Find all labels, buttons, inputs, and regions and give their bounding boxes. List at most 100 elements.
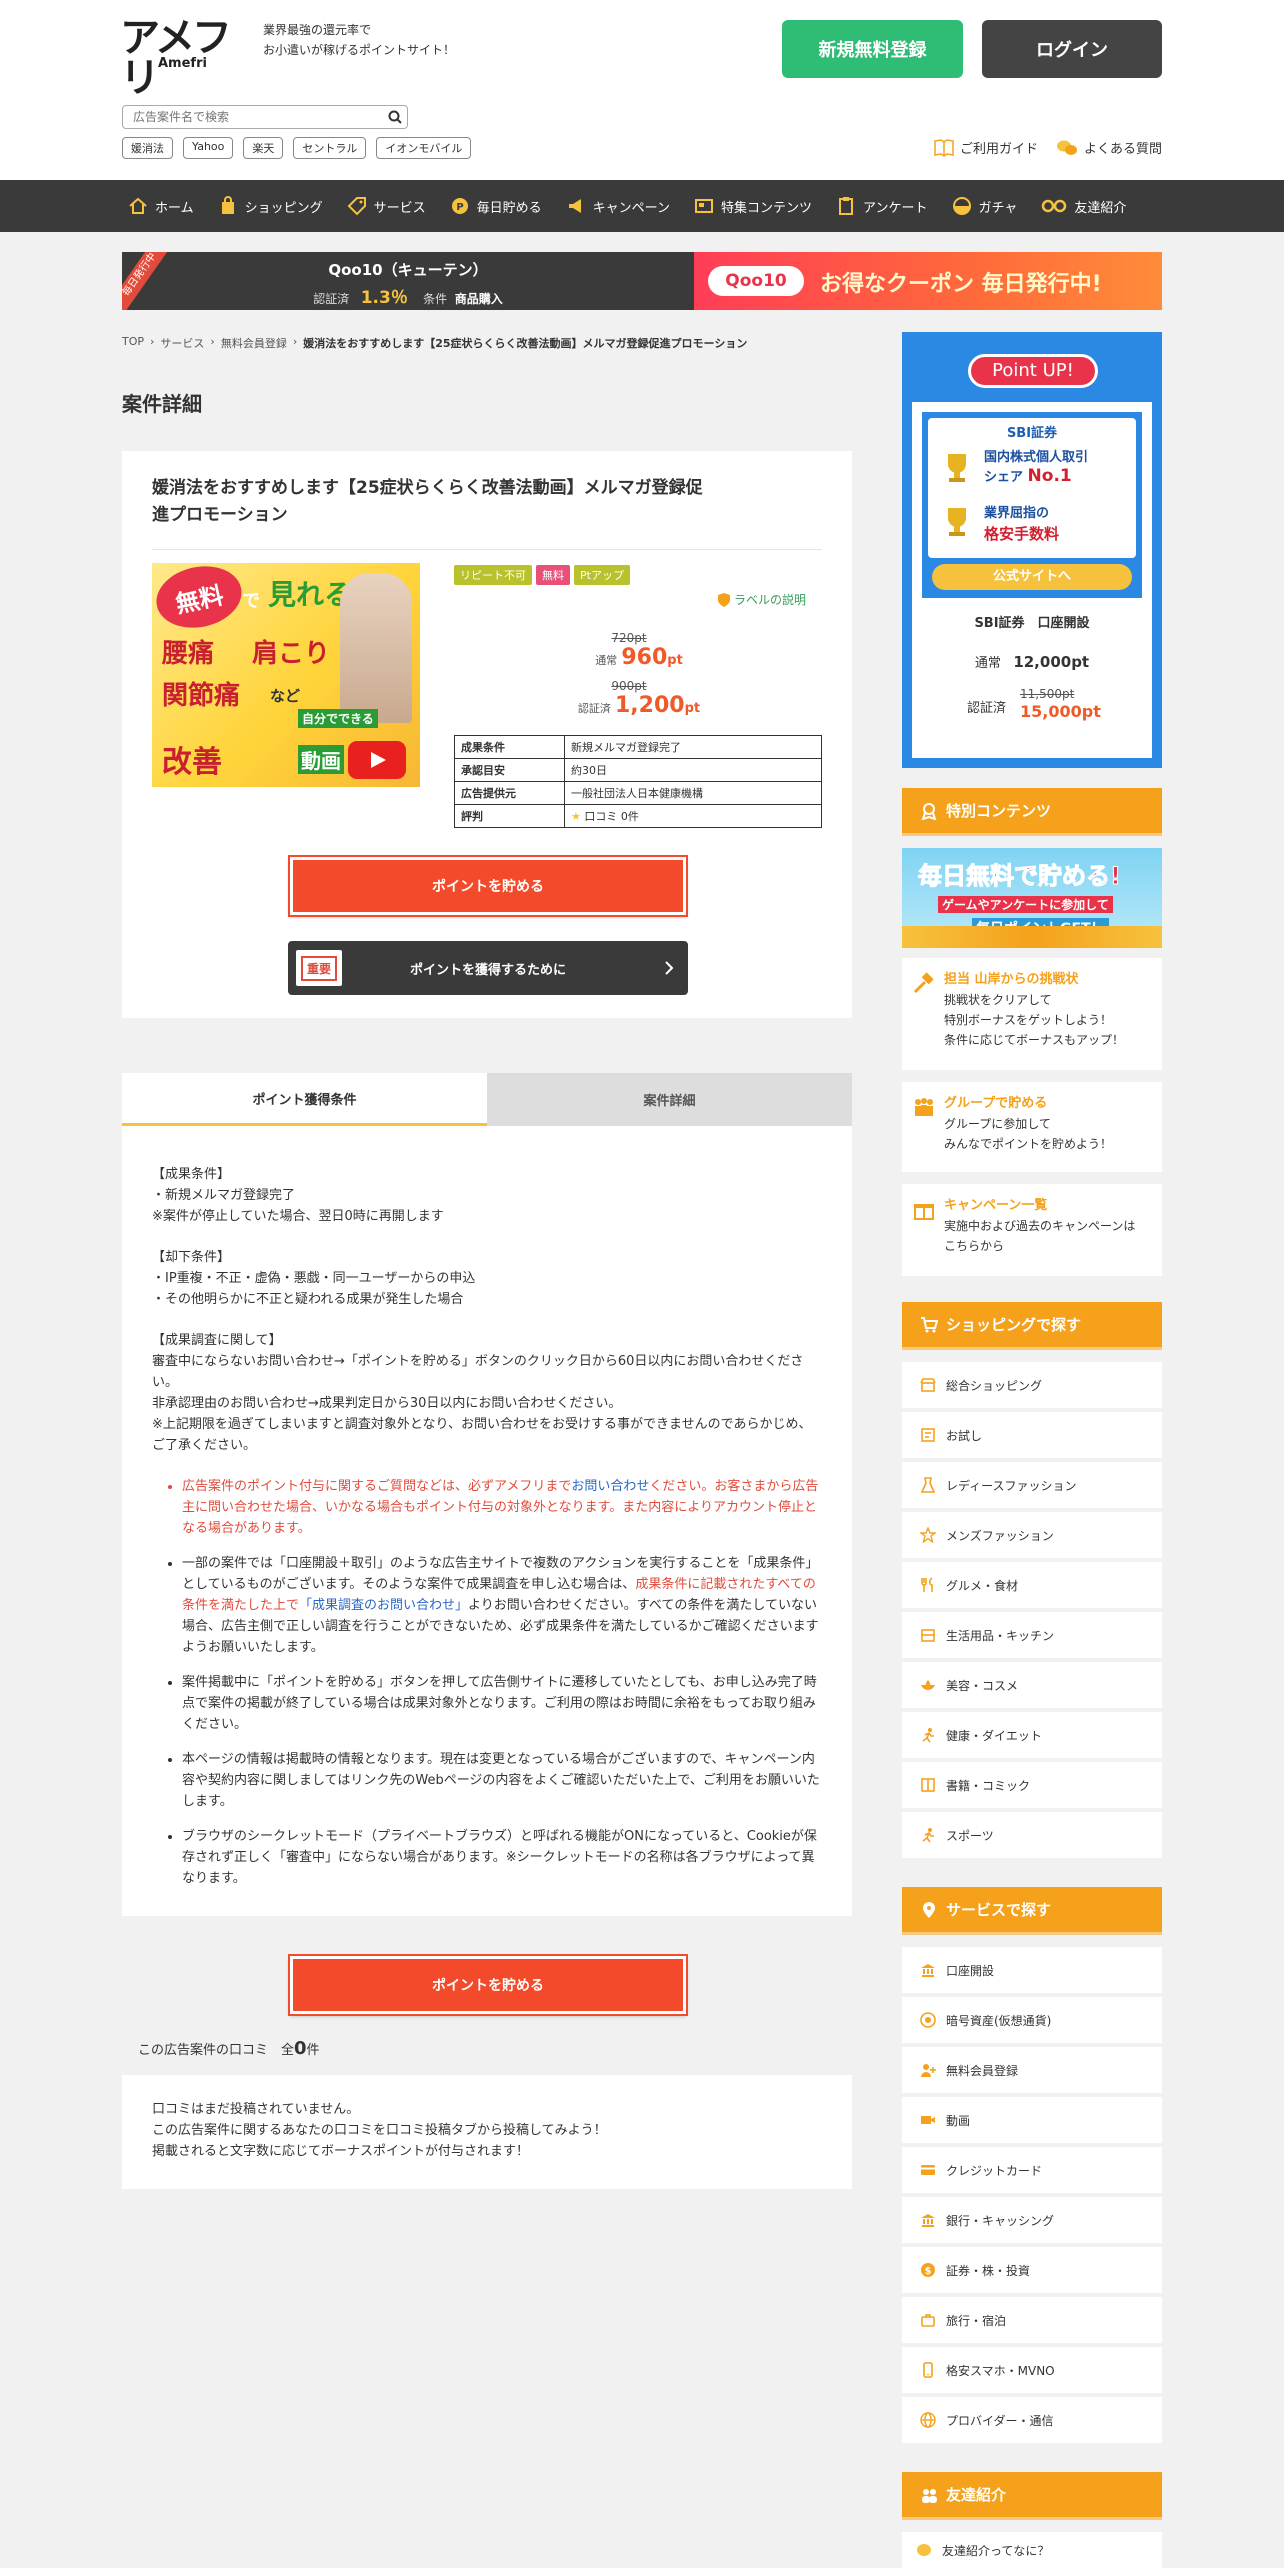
info-value: 新規メルマガ登録完了 <box>564 735 822 759</box>
faq-label: よくある質問 <box>1083 142 1162 157</box>
service-category-item[interactable]: 旅行・宿泊 <box>902 2297 1162 2343</box>
service-category-item[interactable]: 銀行・キャッシング <box>902 2197 1162 2243</box>
newspaper-icon <box>695 199 714 213</box>
service-category-item[interactable]: 暗号資産(仮想通貨) <box>902 1997 1162 2043</box>
daily-free-banner[interactable]: 毎日無料で貯める! ゲームやアンケートに参加して 毎日ポイントGET！ <box>902 848 1162 948</box>
shopping-category-item[interactable]: 総合ショッピング <box>902 1362 1162 1408</box>
shopping-category-item[interactable]: スポーツ <box>902 1812 1162 1858</box>
qoo10-banner[interactable]: 毎日発行中 Qoo10（キューテン） 認証済 1.3％ 条件 商品購入 Qoo1… <box>122 252 1162 310</box>
tagline-line-1: 業界最強の還元率で <box>263 23 372 37</box>
nav-label: ガチャ <box>978 200 1018 216</box>
how-to-earn-button[interactable]: 重要 ポイントを獲得するために <box>288 941 688 995</box>
cert-old-points: 11,500pt <box>1020 687 1075 701</box>
nav-daily[interactable]: P 毎日貯める <box>450 196 542 216</box>
nav-friend[interactable]: 友達紹介 <box>1041 196 1126 216</box>
table-row: 広告提供元 一般社団法人日本健康機構 <box>454 781 822 805</box>
feature-line: こちらから <box>944 1239 1005 1253</box>
nav-service[interactable]: サービス <box>347 196 426 216</box>
star-icon <box>920 1527 936 1543</box>
breadcrumb-item[interactable]: TOP <box>122 335 144 351</box>
service-category-item[interactable]: $ 証券・株・投資 <box>902 2247 1162 2293</box>
shopping-category-item[interactable]: お試し <box>902 1412 1162 1458</box>
table-row: 評判 ★ 口コミ 0件 <box>454 804 822 828</box>
search-input[interactable] <box>123 106 373 128</box>
cabinet-icon <box>920 1627 936 1643</box>
shopping-category-item[interactable]: 美容・コスメ <box>902 1662 1162 1708</box>
service-category-item[interactable]: 口座開設 <box>902 1947 1162 1993</box>
service-category-item[interactable]: 動画 <box>902 2097 1162 2143</box>
sbi-ad[interactable]: SBI証券 国内株式個人取引 シェア No.1 業界屈指の 格安手数料 公式サイトへ <box>922 412 1142 598</box>
search-tag[interactable]: 楽天 <box>243 137 284 159</box>
review-link[interactable]: ★ 口コミ 0件 <box>564 804 822 828</box>
earn-points-button-bottom[interactable]: ポイントを貯める <box>288 1954 688 2016</box>
wallet-icon <box>920 1962 936 1978</box>
feature-challenge[interactable]: 担当 山岸からの挑戦状 挑戦状をクリアして 特別ボーナスをゲットしよう！ 条件に… <box>902 958 1162 1070</box>
image-text: 改善 <box>162 745 222 780</box>
site-logo[interactable]: アメフリ Amefri <box>120 18 250 98</box>
nav-feature[interactable]: 特集コンテンツ <box>694 196 812 216</box>
service-category-item[interactable]: 無料会員登録 <box>902 2047 1162 2093</box>
detail-tabs: ポイント獲得条件 案件詳細 <box>122 1073 852 1126</box>
investigation-link[interactable]: 「成果調査のお問い合わせ」 <box>299 1598 468 1613</box>
how-to-earn-label: ポイントを獲得するために <box>409 962 566 978</box>
chevron-right-icon <box>665 961 674 975</box>
shopping-category-item[interactable]: グルメ・食材 <box>902 1562 1162 1608</box>
shopping-category-item[interactable]: 生活用品・キッチン <box>902 1612 1162 1658</box>
pointup-widget: Point UP! SBI証券 国内株式個人取引 シェア No.1 業界屈指の 格安… <box>902 332 1162 768</box>
divider <box>152 549 822 550</box>
register-button[interactable]: 新規無料登録 <box>782 20 963 78</box>
list-item: 一部の案件では「口座開設＋取引」のような広告主サイトで複数のアクションを実行する… <box>182 1553 822 1658</box>
search-tag[interactable]: Yahoo <box>183 137 234 159</box>
shopping-category-item[interactable]: 書籍・コミック <box>902 1762 1162 1808</box>
feature-line: 特別ボーナスをゲットしよう！ <box>944 1013 1113 1027</box>
tab-offer-details[interactable]: 案件詳細 <box>487 1073 852 1126</box>
nav-label: ショッピング <box>244 200 323 216</box>
breadcrumb-item[interactable]: 無料会員登録 <box>221 335 287 351</box>
label-help-link[interactable]: ラベルの説明 <box>718 591 806 608</box>
image-text: 肩こり <box>252 639 331 669</box>
feature-group[interactable]: グループで貯める グループに参加して みんなでポイントを貯めよう！ <box>902 1082 1162 1172</box>
shopping-category-item[interactable]: レディースファッション <box>902 1462 1162 1508</box>
earn-points-button[interactable]: ポイントを貯める <box>288 855 688 917</box>
info-value: 一般社団法人日本健康機構 <box>564 781 822 805</box>
guide-link[interactable]: ご利用ガイド <box>934 138 1038 157</box>
login-button[interactable]: ログイン <box>982 20 1162 78</box>
feature-title: 担当 山岸からの挑戦状 <box>944 972 1079 987</box>
faq-link[interactable]: よくある質問 <box>1056 138 1162 157</box>
service-category-item[interactable]: クレジットカード <box>902 2147 1162 2193</box>
contact-link[interactable]: お問い合わせ <box>571 1479 649 1494</box>
main-nav: ホーム ショッピング サービス P 毎日貯める キャンペーン 特集コンテンツ アン… <box>0 180 1284 232</box>
search-icon[interactable] <box>387 109 403 125</box>
search-tag[interactable]: イオンモバイル <box>376 137 472 159</box>
nav-survey[interactable]: アンケート <box>836 196 928 216</box>
daily-banner-title: 毎日無料で貯める! <box>918 862 1122 891</box>
friend-link[interactable]: 友達紹介ってなに？ <box>902 2532 1162 2568</box>
nav-shopping[interactable]: ショッピング <box>218 196 323 216</box>
service-category-item[interactable]: プロバイダー・通信 <box>902 2397 1162 2443</box>
feature-line: 条件に応じてボーナスもアップ！ <box>944 1033 1125 1047</box>
feature-campaign[interactable]: キャンペーン一覧 実施中および過去のキャンペーンは こちらから <box>902 1184 1162 1276</box>
service-category-item[interactable]: 格安スマホ・MVNO <box>902 2347 1162 2393</box>
tab-point-conditions[interactable]: ポイント獲得条件 <box>122 1073 487 1126</box>
friend-icon <box>922 2488 937 2503</box>
table-row: 承認目安 約30日 <box>454 758 822 782</box>
search-tag[interactable]: セントラル <box>293 137 367 159</box>
sbi-official-button[interactable]: 公式サイトへ <box>932 564 1132 590</box>
banner-title: Qoo10（キューテン） <box>328 261 488 279</box>
pointup-badge: Point UP! <box>968 354 1098 388</box>
nav-campaign[interactable]: キャンペーン <box>566 196 670 216</box>
nav-gacha[interactable]: ガチャ <box>952 196 1018 216</box>
category-label: 旅行・宿泊 <box>946 2313 1007 2328</box>
offer-card: 媛消法をおすすめします【25症状らくらく改善法動画】メルマガ登録促進プロモーショ… <box>122 451 852 1018</box>
category-label: 書籍・コミック <box>946 1778 1031 1793</box>
offer-image[interactable]: 無料 で 見れる! 腰痛 肩こり 関節痛 など 自分でできる 改善 動画 <box>152 563 420 787</box>
pointup-card[interactable]: SBI証券 国内株式個人取引 シェア No.1 業界屈指の 格安手数料 公式サイトへ… <box>912 402 1152 758</box>
tagline-line-2: お小遣いが稼げるポイントサイト！ <box>263 43 456 57</box>
shopping-category-item[interactable]: メンズファッション <box>902 1512 1162 1558</box>
nav-home[interactable]: ホーム <box>128 196 194 216</box>
shopping-category-item[interactable]: 健康・ダイエット <box>902 1712 1162 1758</box>
text-line: 非承認理由のお問い合わせ→成果判定日から30日以内にお問い合わせください。 <box>152 1396 622 1411</box>
search-tag[interactable]: 媛消法 <box>122 137 173 159</box>
breadcrumb: TOP › サービス › 無料会員登録 › 媛消法をおすすめします【25症状らくらく改… <box>122 335 747 351</box>
breadcrumb-item[interactable]: サービス <box>160 335 204 351</box>
